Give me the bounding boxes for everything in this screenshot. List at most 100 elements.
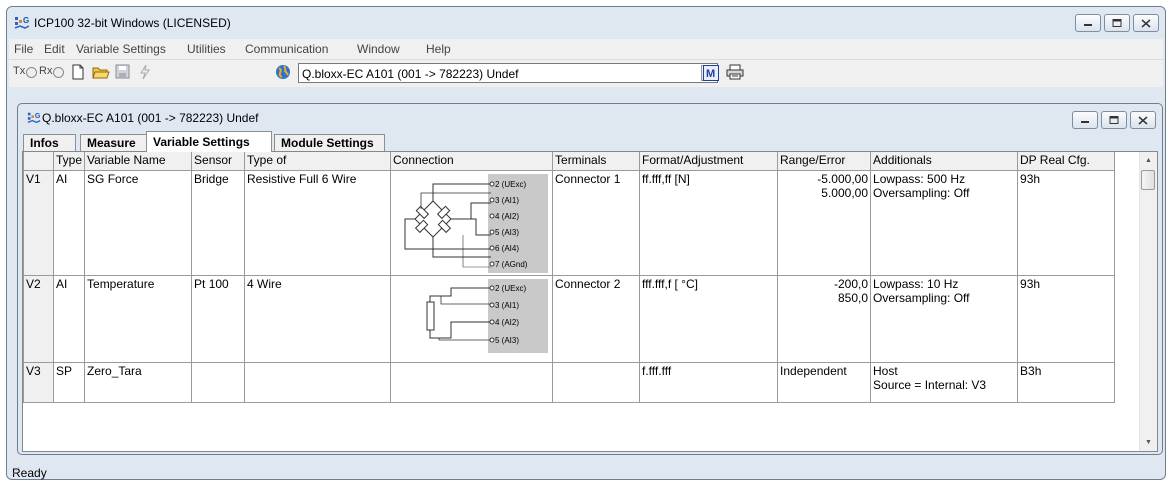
- cell-type-of[interactable]: [244, 362, 392, 403]
- menu-bar: File Edit Variable Settings Utilities Co…: [9, 39, 1163, 60]
- cell-terminals[interactable]: [552, 362, 641, 403]
- rx-radio[interactable]: [53, 66, 64, 80]
- tab-variable-settings[interactable]: Variable Settings: [146, 131, 272, 152]
- device-close-button[interactable]: [1130, 111, 1156, 129]
- cell-type-of[interactable]: Resistive Full 6 Wire: [244, 170, 392, 276]
- column-header[interactable]: DP Real Cfg.: [1017, 152, 1116, 171]
- svg-text:G: G: [23, 16, 29, 25]
- cell-sensor[interactable]: Pt 100: [191, 275, 246, 363]
- save-icon[interactable]: [115, 64, 130, 82]
- menu-help[interactable]: Help: [426, 42, 451, 56]
- column-header[interactable]: [23, 152, 54, 171]
- scroll-up-icon[interactable]: ▲: [1140, 152, 1157, 169]
- cell-additionals[interactable]: Lowpass: 10 Hz Oversampling: Off: [870, 275, 1019, 363]
- cell-range[interactable]: -200,0 850,0: [777, 275, 872, 363]
- range-min: -200,0: [833, 277, 869, 291]
- minimize-icon: [1081, 121, 1089, 123]
- vertical-scrollbar[interactable]: ▲ ▼: [1139, 152, 1157, 451]
- range-max: 5.000,00: [821, 186, 869, 200]
- scroll-down-icon[interactable]: ▼: [1140, 434, 1157, 451]
- cell-range[interactable]: -5.000,00 5.000,00: [777, 170, 872, 276]
- cell-format[interactable]: fff.fff,f [ °C]: [639, 275, 779, 363]
- cell-dp-real-cfg[interactable]: 93h: [1017, 275, 1116, 363]
- svg-text:4 (AI2): 4 (AI2): [495, 318, 519, 327]
- device-window-caption-buttons: [1072, 111, 1156, 129]
- column-header[interactable]: Terminals: [552, 152, 641, 171]
- tab-module-settings[interactable]: Module Settings: [274, 134, 385, 151]
- table-row[interactable]: V3 SP Zero_Tara f.fff.fff Independent Ho…: [23, 362, 1116, 403]
- scroll-thumb[interactable]: [1141, 170, 1155, 190]
- cell-dp-real-cfg[interactable]: 93h: [1017, 170, 1116, 276]
- cell-type-of[interactable]: 4 Wire: [244, 275, 392, 363]
- table-row[interactable]: V1 AI SG Force Bridge Resistive Full 6 W…: [23, 170, 1116, 276]
- maximize-button[interactable]: [1104, 14, 1130, 32]
- column-header[interactable]: Additionals: [870, 152, 1019, 171]
- window-caption-buttons: [1075, 14, 1159, 32]
- tab-measure[interactable]: Measure: [80, 134, 147, 151]
- cell-terminals[interactable]: Connector 2: [552, 275, 641, 363]
- new-file-icon[interactable]: [71, 64, 85, 83]
- cell-terminals[interactable]: Connector 1: [552, 170, 641, 276]
- svg-text:7 (AGnd): 7 (AGnd): [495, 260, 528, 269]
- maximize-icon: [1109, 116, 1119, 124]
- additional-host: Host: [873, 364, 898, 378]
- variables-grid[interactable]: Type Variable Name Sensor Type of Connec…: [22, 151, 1158, 452]
- printer-icon[interactable]: [726, 64, 744, 83]
- cell-variable-name[interactable]: SG Force: [84, 170, 193, 276]
- cell-variable-name[interactable]: Zero_Tara: [84, 362, 193, 403]
- cell-dp-real-cfg[interactable]: B3h: [1017, 362, 1116, 403]
- resize-grip-icon[interactable]: ⋰: [12, 466, 1159, 475]
- column-header[interactable]: Type of: [244, 152, 392, 171]
- menu-variable-settings[interactable]: Variable Settings: [76, 42, 166, 56]
- cell-additionals[interactable]: Lowpass: 500 Hz Oversampling: Off: [870, 170, 1019, 276]
- cell-format[interactable]: ff.fff,ff [N]: [639, 170, 779, 276]
- cell-additionals[interactable]: Host Source = Internal: V3: [870, 362, 1019, 403]
- lightning-icon[interactable]: [139, 64, 151, 83]
- close-button[interactable]: [1133, 14, 1159, 32]
- svg-text:G: G: [35, 113, 41, 120]
- variables-table: Type Variable Name Sensor Type of Connec…: [23, 152, 1116, 403]
- cell-type[interactable]: SP: [52, 362, 86, 403]
- cell-connection[interactable]: 2 (UExc) 3 (AI1) 4 (AI2) 5 (AI3) 6 (AI4)…: [390, 170, 554, 276]
- menu-edit[interactable]: Edit: [44, 42, 65, 56]
- column-header[interactable]: Connection: [390, 152, 554, 171]
- menu-communication[interactable]: Communication: [245, 42, 328, 56]
- svg-text:6 (AI4): 6 (AI4): [495, 244, 519, 253]
- device-window: G Q.bloxx-EC A101 (001 -> 782223) Undef …: [17, 103, 1163, 455]
- measure-m-button[interactable]: M: [703, 65, 719, 84]
- cell-format[interactable]: f.fff.fff: [639, 362, 779, 403]
- column-header[interactable]: Sensor: [191, 152, 246, 171]
- additional-lowpass: Lowpass: 500 Hz: [873, 172, 966, 186]
- tab-infos[interactable]: Infos: [23, 134, 76, 151]
- device-maximize-button[interactable]: [1101, 111, 1127, 129]
- globe-icon[interactable]: [275, 64, 291, 83]
- svg-text:2 (UExc): 2 (UExc): [495, 284, 526, 293]
- svg-text:M: M: [706, 68, 715, 80]
- column-header[interactable]: Format/Adjustment: [639, 152, 779, 171]
- device-select[interactable]: Q.bloxx-EC A101 (001 -> 782223) Undef ▼: [298, 63, 718, 83]
- open-folder-icon[interactable]: [92, 64, 110, 83]
- additional-oversampling: Oversampling: Off: [873, 291, 970, 305]
- cell-sensor[interactable]: [191, 362, 246, 403]
- cell-type[interactable]: AI: [52, 275, 86, 363]
- menu-utilities[interactable]: Utilities: [187, 42, 226, 56]
- table-header-row: Type Variable Name Sensor Type of Connec…: [23, 152, 1116, 171]
- menu-file[interactable]: File: [14, 42, 33, 56]
- column-header[interactable]: Variable Name: [84, 152, 193, 171]
- menu-window[interactable]: Window: [357, 42, 400, 56]
- cell-range[interactable]: Independent: [777, 362, 872, 403]
- column-header[interactable]: Range/Error: [777, 152, 872, 171]
- table-row[interactable]: V2 AI Temperature Pt 100 4 Wire 2 (UExc)…: [23, 275, 1116, 363]
- cell-sensor[interactable]: Bridge: [191, 170, 246, 276]
- rx-label: Rx: [39, 65, 53, 77]
- column-header[interactable]: Type: [52, 152, 86, 171]
- cell-type[interactable]: AI: [52, 170, 86, 276]
- cell-connection[interactable]: 2 (UExc) 3 (AI1) 4 (AI2) 5 (AI3): [390, 275, 554, 363]
- tx-radio[interactable]: [26, 66, 37, 80]
- minimize-button[interactable]: [1075, 14, 1101, 32]
- cell-variable-name[interactable]: Temperature: [84, 275, 193, 363]
- additional-source: Source = Internal: V3: [873, 378, 987, 392]
- svg-text:3 (AI1): 3 (AI1): [495, 196, 519, 205]
- cell-connection[interactable]: [390, 362, 554, 403]
- device-minimize-button[interactable]: [1072, 111, 1098, 129]
